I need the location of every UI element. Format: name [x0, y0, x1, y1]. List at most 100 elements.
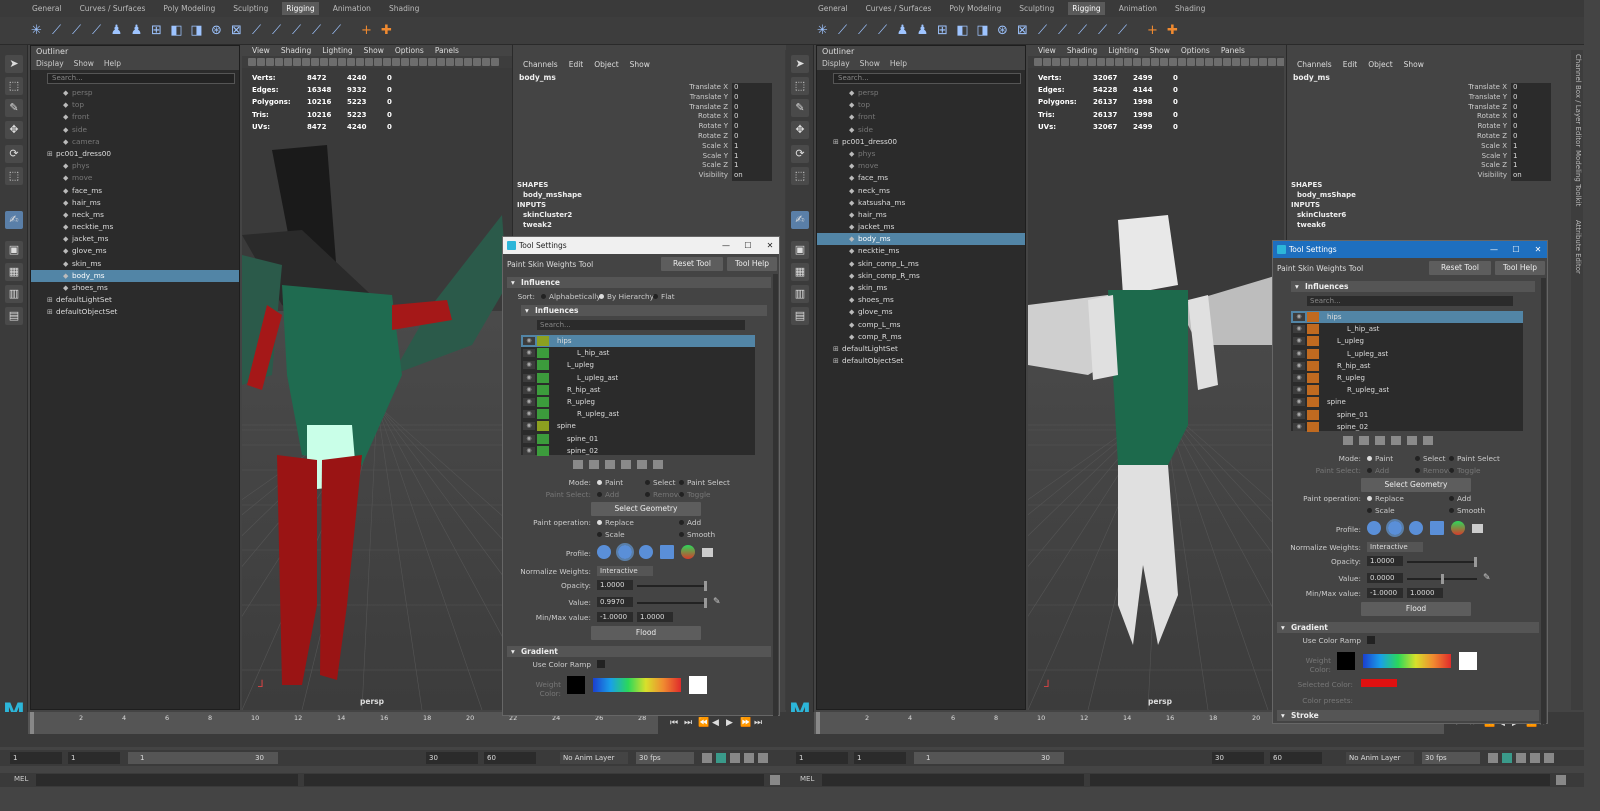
lock-icon[interactable]	[537, 396, 549, 407]
fps-select[interactable]: 30 fps	[1422, 752, 1480, 764]
influences-subsection[interactable]: Influences	[1291, 281, 1535, 292]
mode-radio[interactable]	[645, 480, 650, 485]
channel-menu-item[interactable]: Show	[630, 59, 650, 71]
audio-icon[interactable]	[1502, 753, 1512, 763]
shelf-tool-icon[interactable]: ⟋	[1094, 22, 1111, 39]
viewport-tool-icon[interactable]	[1043, 58, 1051, 66]
eyedropper-icon[interactable]: ✎	[1483, 573, 1491, 583]
influence-row[interactable]: ◉ spine_02	[1291, 421, 1523, 433]
outliner-item[interactable]: ⊞ pc001_dress00	[817, 136, 1025, 148]
attr-value[interactable]: on	[732, 171, 772, 181]
current-frame-marker[interactable]	[816, 712, 820, 734]
eye-icon[interactable]: ◉	[1293, 386, 1305, 395]
outliner-item[interactable]: ◆ front	[31, 111, 239, 123]
viewport-menu-item[interactable]: Lighting	[322, 45, 352, 56]
outliner-item[interactable]: ◆ shoes_ms	[31, 282, 239, 294]
eye-icon[interactable]: ◉	[1293, 422, 1305, 431]
shelf-tool-icon[interactable]: ⟋	[268, 22, 285, 39]
outliner-item[interactable]: ◆ front	[817, 111, 1025, 123]
viewport-tool-icon[interactable]	[401, 58, 409, 66]
viewport-tool-icon[interactable]	[1178, 58, 1186, 66]
lock-icon[interactable]	[1307, 312, 1319, 322]
folder-icon[interactable]	[702, 548, 713, 557]
shelf-tab[interactable]: Shading	[1171, 2, 1209, 15]
attr-value[interactable]: 0	[1511, 102, 1551, 113]
sort-radio[interactable]	[653, 294, 658, 299]
outliner-item[interactable]: ◆ necktie_ms	[817, 245, 1025, 257]
outliner-item[interactable]: ⊞ defaultObjectSet	[817, 355, 1025, 367]
viewport-tool-icon[interactable]	[338, 58, 346, 66]
paint-op-radio[interactable]	[1367, 508, 1372, 513]
close-icon[interactable]: ✕	[763, 237, 777, 254]
paint-op-radio[interactable]	[679, 520, 684, 525]
shelf-tab[interactable]: Curves / Surfaces	[862, 2, 936, 15]
eye-icon[interactable]: ◉	[523, 349, 535, 358]
outliner-item[interactable]: ◆ side	[31, 124, 239, 136]
min-value-field[interactable]: -1.0000	[1367, 588, 1403, 598]
paint-op-option[interactable]: Smooth	[687, 530, 715, 539]
outliner-item[interactable]: ◆ skin_ms	[817, 282, 1025, 294]
mode-option[interactable]: Select	[653, 478, 676, 487]
channel-attr[interactable]: Visibility on	[1447, 171, 1551, 181]
influence-row[interactable]: ◉ R_upleg_ast	[1291, 384, 1523, 396]
viewport-tool-icon[interactable]	[1160, 58, 1168, 66]
gradient-section[interactable]: Gradient	[507, 646, 771, 657]
shelf-tab[interactable]: General	[28, 2, 66, 15]
outliner-item[interactable]: ◆ necktie_ms	[31, 221, 239, 233]
toolbox-tool-icon[interactable]: ✎	[791, 99, 809, 117]
mode-option[interactable]: Paint	[1375, 454, 1393, 463]
profile-gaussian-icon[interactable]	[1367, 521, 1381, 535]
influence-tool-icon[interactable]	[1375, 436, 1385, 445]
outliner-item[interactable]: ◆ top	[31, 99, 239, 111]
influence-list[interactable]: ◉ hips ◉ L_hip_ast ◉ L_upleg ◉ L_upleg_ast ◉ R_hi…	[1291, 311, 1523, 433]
range-end-field[interactable]: 30	[426, 752, 478, 764]
eye-icon[interactable]: ◉	[523, 397, 535, 406]
shelf-tool-icon[interactable]: ✚	[1164, 22, 1181, 39]
viewport-tool-icon[interactable]	[410, 58, 418, 66]
paint-op-radio[interactable]	[597, 520, 602, 525]
outliner-item[interactable]: ◆ move	[817, 160, 1025, 172]
channel-attr[interactable]: Translate Z 0	[668, 102, 772, 113]
shelf-tool-icon[interactable]: ♟	[914, 22, 931, 39]
settings-icon[interactable]	[744, 753, 754, 763]
select-geometry-button[interactable]: Select Geometry	[1361, 478, 1471, 492]
shelf-tool-icon[interactable]: ◧	[168, 22, 185, 39]
shelf-tab[interactable]: Curves / Surfaces	[76, 2, 150, 15]
outliner-item[interactable]: ◆ body_ms	[31, 269, 239, 282]
eye-icon[interactable]: ◉	[523, 385, 535, 394]
mode-option[interactable]: Paint Select	[1457, 454, 1500, 463]
toolbox-tool-icon[interactable]: ➤	[5, 55, 23, 73]
value-field[interactable]: 0.9970	[597, 597, 633, 607]
viewport-tool-icon[interactable]	[356, 58, 364, 66]
shelf-tool-icon[interactable]: +	[358, 22, 375, 39]
attr-value[interactable]: 0	[1511, 92, 1551, 103]
viewport-tool-icon[interactable]	[284, 58, 292, 66]
influence-tool-icon[interactable]	[573, 460, 583, 469]
mode-radio[interactable]	[1449, 456, 1454, 461]
shelf-tool-icon[interactable]: ⟋	[308, 22, 325, 39]
outliner-item[interactable]: ◆ neck_ms	[31, 209, 239, 221]
paint-op-radio[interactable]	[679, 532, 684, 537]
viewport-tool-icon[interactable]	[1259, 58, 1267, 66]
viewport-tool-icon[interactable]	[446, 58, 454, 66]
anim-layer-select[interactable]: No Anim Layer	[560, 752, 628, 764]
key-icon[interactable]	[730, 753, 740, 763]
start-time-field[interactable]: 1	[796, 752, 848, 764]
profile-solid-icon[interactable]	[1409, 521, 1423, 535]
mode-option[interactable]: Paint	[605, 478, 623, 487]
script-editor-icon[interactable]	[770, 775, 780, 785]
profile-soft-icon[interactable]	[616, 543, 634, 561]
channel-attr[interactable]: Scale Y 1	[668, 151, 772, 162]
viewport-menu-item[interactable]: Show	[364, 45, 384, 56]
channel-attr[interactable]: Rotate Y 0	[1447, 122, 1551, 132]
channel-attr[interactable]: Translate X 0	[1447, 83, 1551, 93]
viewport-panel[interactable]: View Shading Lighting Show Options Panels Vert…	[1028, 45, 1284, 710]
profile-image-icon[interactable]	[1451, 521, 1465, 535]
weight-color-min-swatch[interactable]	[1337, 652, 1355, 670]
shelf-tool-icon[interactable]: ♟	[108, 22, 125, 39]
channel-menu-item[interactable]: Channels	[1297, 59, 1332, 71]
mode-radio[interactable]	[679, 480, 684, 485]
shelf-tab[interactable]: Rigging	[282, 2, 319, 15]
viewport-tool-icon[interactable]	[1277, 58, 1284, 66]
max-value-field[interactable]: 1.0000	[637, 612, 673, 622]
